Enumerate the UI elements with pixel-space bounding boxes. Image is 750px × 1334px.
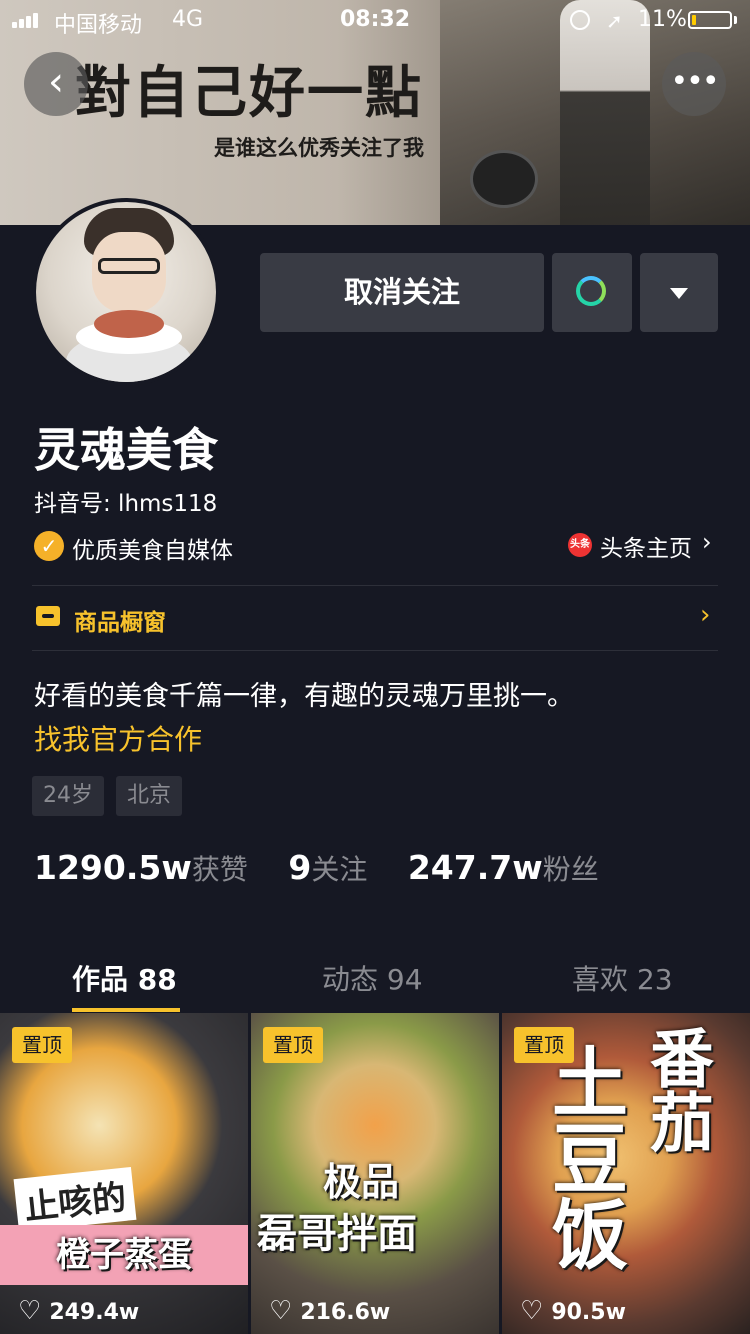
douyin-id: 抖音号: lhms118 bbox=[34, 491, 218, 517]
chevron-right-icon: › bbox=[702, 528, 712, 556]
video-caption: 橙子蒸蛋 bbox=[0, 1225, 248, 1285]
location-icon: ➚ bbox=[606, 9, 623, 33]
following-count[interactable]: 9 bbox=[288, 848, 311, 887]
avatar-image bbox=[36, 202, 216, 382]
divider bbox=[32, 585, 718, 586]
video-likes: ♡ 216.6w bbox=[269, 1296, 390, 1326]
ellipsis-icon: ••• bbox=[670, 64, 719, 99]
followers-label[interactable]: 粉丝 bbox=[543, 853, 599, 886]
likes-count: 216.6w bbox=[300, 1300, 391, 1325]
video-caption: 番茄 bbox=[639, 1025, 713, 1153]
video-caption: 极品 bbox=[323, 1160, 400, 1204]
followers-count[interactable]: 247.7w bbox=[408, 848, 543, 887]
chat-bubble-icon bbox=[576, 276, 606, 306]
status-bar: 中国移动 4G 08:32 ➚ 11% bbox=[0, 0, 750, 40]
verification-label: 优质美食自媒体 bbox=[72, 538, 233, 564]
video-thumbnail[interactable]: 止咳的 橙子蒸蛋 置顶 ♡ 249.4w bbox=[0, 1013, 248, 1334]
likes-count: 249.4w bbox=[49, 1300, 140, 1325]
battery-percentage: 11% bbox=[638, 7, 687, 32]
battery-cap bbox=[734, 16, 737, 24]
following-label[interactable]: 关注 bbox=[311, 853, 367, 886]
caret-down-icon bbox=[670, 288, 688, 299]
likes-count: 90.5w bbox=[551, 1300, 626, 1325]
video-thumbnail[interactable]: 番茄 土豆饭 置顶 ♡ 90.5w bbox=[502, 1013, 750, 1334]
likes-count: 1290.5w bbox=[34, 848, 192, 887]
message-button[interactable] bbox=[552, 253, 632, 332]
likes-label: 获赞 bbox=[191, 853, 248, 886]
chevron-right-icon: › bbox=[700, 600, 711, 630]
recommend-dropdown-button[interactable] bbox=[640, 253, 718, 332]
official-cooperation-link[interactable]: 找我官方合作 bbox=[34, 718, 202, 758]
video-thumbnail[interactable]: 极品 磊哥拌面 置顶 ♡ 216.6w bbox=[251, 1013, 499, 1334]
battery-level-fill bbox=[692, 15, 696, 25]
pinned-badge: 置顶 bbox=[12, 1027, 72, 1063]
toutiao-homepage-link[interactable]: 头条主页 bbox=[600, 529, 692, 563]
chevron-left-icon: ‹ bbox=[48, 59, 64, 105]
heart-icon: ♡ bbox=[269, 1296, 293, 1326]
pinned-badge: 置顶 bbox=[263, 1027, 323, 1063]
verified-check-icon: ✓ bbox=[34, 531, 64, 561]
shop-icon bbox=[36, 606, 60, 626]
tab-posts[interactable]: 动态 94 bbox=[322, 958, 423, 998]
banner-subtitle: 是谁这么优秀关注了我 bbox=[214, 136, 424, 160]
unfollow-button[interactable]: 取消关注 bbox=[260, 253, 544, 332]
product-showcase-link[interactable]: 商品橱窗 bbox=[74, 603, 166, 637]
divider bbox=[32, 650, 718, 651]
banner-title: 對自己好一點 bbox=[75, 60, 423, 126]
heart-icon: ♡ bbox=[18, 1296, 42, 1326]
video-caption: 土豆饭 bbox=[539, 1043, 628, 1271]
tab-likes[interactable]: 喜欢 23 bbox=[572, 958, 673, 998]
battery-icon bbox=[688, 11, 732, 29]
video-caption: 磊哥拌面 bbox=[257, 1211, 417, 1257]
pinned-badge: 置顶 bbox=[514, 1027, 574, 1063]
profile-bio: 好看的美食千篇一律，有趣的灵魂万里挑一。 bbox=[34, 681, 574, 712]
profile-name: 灵魂美食 bbox=[34, 423, 218, 477]
more-options-button[interactable]: ••• bbox=[662, 52, 726, 116]
banner-pan-image bbox=[470, 150, 538, 208]
tab-works[interactable]: 作品 88 bbox=[72, 958, 177, 998]
profile-stats: 1290.5w获赞 9关注 247.7w粉丝 bbox=[34, 848, 629, 888]
orientation-lock-icon bbox=[570, 10, 590, 30]
video-caption: 止咳的 bbox=[13, 1166, 137, 1233]
tag-location: 北京 bbox=[116, 776, 183, 816]
video-likes: ♡ 90.5w bbox=[520, 1296, 626, 1326]
active-tab-indicator bbox=[72, 1008, 180, 1012]
tag-age: 24岁 bbox=[32, 776, 104, 816]
heart-icon: ♡ bbox=[520, 1296, 544, 1326]
video-likes: ♡ 249.4w bbox=[18, 1296, 139, 1326]
toutiao-logo-icon: 头条 bbox=[568, 533, 592, 557]
back-button[interactable]: ‹ bbox=[24, 52, 88, 116]
avatar[interactable] bbox=[32, 198, 220, 386]
